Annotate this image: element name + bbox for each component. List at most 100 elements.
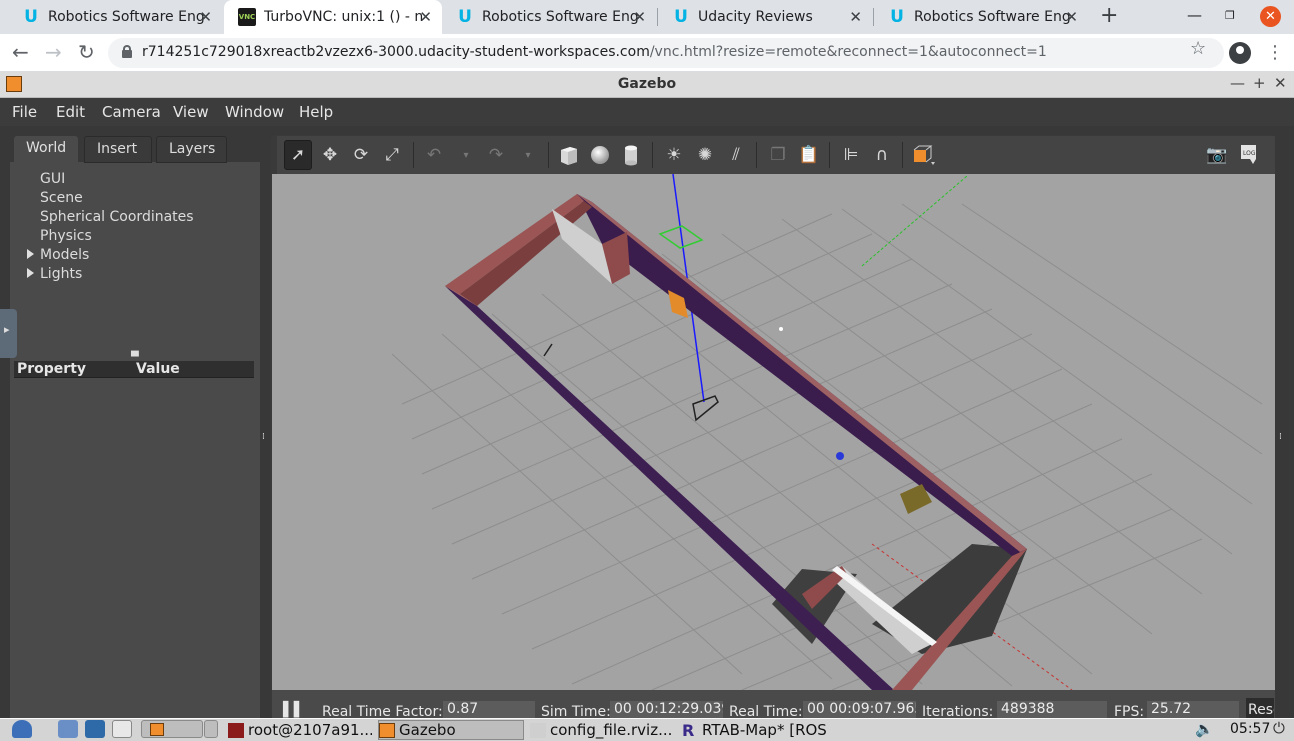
udacity-icon: U [24,7,38,27]
maximize-icon[interactable]: + [1253,74,1266,92]
view-angle-icon[interactable] [910,140,938,170]
splitter-handle-icon[interactable]: ⁞ [1279,432,1282,442]
menu-edit[interactable]: Edit [56,103,85,121]
taskbar-item-gazebo[interactable]: Gazebo [378,720,524,740]
wall-top-edge [577,194,1027,552]
select-mode-icon[interactable]: ➚ [284,140,312,170]
tree-item-spherical-coordinates[interactable]: Spherical Coordinates [40,209,194,225]
undo-icon[interactable]: ↶ [420,140,448,170]
box-shape-icon[interactable] [555,140,583,170]
spot-light-icon[interactable]: ✺ [691,140,719,170]
menu-file[interactable]: File [12,103,37,121]
tab-world[interactable]: World [14,136,79,163]
rotate-mode-icon[interactable]: ⟳ [347,140,375,170]
point-light-icon[interactable]: ☀ [660,140,688,170]
taskbar-item-rviz[interactable]: config_file.rviz... [530,720,676,740]
toolbar-separator [548,142,549,168]
restore-icon[interactable]: ❐ [1225,9,1235,22]
taskbar-item-label: RTAB-Map* [ROS] [702,721,828,739]
taskbar-item-rtabmap[interactable]: R RTAB-Map* [ROS] [682,720,828,740]
browser-tab-5[interactable]: U Robotics Software Eng ✕ [874,0,1088,34]
browser-tab-1[interactable]: U Robotics Software Eng ✕ [8,0,222,34]
align-icon[interactable]: ⊫ [837,140,865,170]
close-icon[interactable]: ✕ [633,8,646,26]
screenshot-camera-icon[interactable]: 📷 [1203,140,1231,170]
property-column-header: Property [17,361,87,377]
translate-mode-icon[interactable]: ✥ [316,140,344,170]
snap-magnet-icon[interactable]: ∩ [868,140,896,170]
desktop-pager[interactable] [141,720,203,738]
tree-item-gui[interactable]: GUI [40,171,65,187]
expand-arrow-icon[interactable] [27,249,34,259]
reload-icon[interactable]: ↻ [78,40,95,64]
forward-arrow-icon[interactable]: → [45,40,62,64]
tree-item-models[interactable]: Models [40,247,89,263]
back-arrow-icon[interactable]: ← [12,40,29,64]
menu-window[interactable]: Window [225,103,284,121]
tree-item-physics[interactable]: Physics [40,228,92,244]
window-title: Gazebo [617,76,677,92]
udacity-icon: U [890,7,904,27]
directional-light-icon[interactable]: ⫽ [722,140,750,170]
file-manager-icon[interactable] [58,720,78,738]
value-column-header: Value [136,361,180,377]
redo-icon[interactable]: ↷ [482,140,510,170]
close-icon[interactable]: ✕ [1274,74,1287,92]
toolbar-separator [413,142,414,168]
taskbar-item-label: root@2107a91... [248,721,372,739]
toolbar-separator [902,142,903,168]
url-text[interactable]: r714251c729018xreactb2vzezx6-3000.udacit… [142,44,1047,60]
tree-item-lights[interactable]: Lights [40,266,82,282]
menu-help[interactable]: Help [299,103,333,121]
scale-mode-icon[interactable]: ⤢ [378,140,406,170]
close-icon[interactable]: ✕ [199,8,212,26]
undo-dropdown-icon[interactable]: ▾ [452,140,480,170]
profile-avatar-icon[interactable] [1229,42,1251,64]
cylinder-shape-icon[interactable] [617,140,645,170]
paste-icon[interactable]: 📋 [795,140,823,170]
copy-icon[interactable]: ❐ [764,140,792,170]
window-close-button[interactable]: ✕ [1260,6,1281,27]
3d-viewport[interactable] [272,174,1275,690]
minimize-icon[interactable]: — [1230,74,1245,92]
browser-tab-4[interactable]: U Udacity Reviews ✕ [658,0,872,34]
udacity-icon: U [458,7,472,27]
address-bar[interactable]: r714251c729018xreactb2vzezx6-3000.udacit… [108,38,1224,68]
browser-tab-3[interactable]: U Robotics Software Eng ✕ [442,0,656,34]
reset-time-button[interactable]: Reset [1246,698,1274,720]
bookmark-star-icon[interactable]: ☆ [1190,38,1206,59]
menu-view[interactable]: View [173,103,209,121]
close-icon[interactable]: ✕ [419,8,432,26]
tree-item-scene[interactable]: Scene [40,190,83,206]
power-icon[interactable]: ⏻ [1273,719,1285,737]
tab-layers[interactable]: Layers [156,136,227,163]
taskbar-item-label: Gazebo [399,721,456,739]
volume-icon[interactable]: 🔈 [1195,720,1214,738]
sphere-shape-icon[interactable] [586,140,614,170]
browser-toolbar: ← → ↻ r714251c729018xreactb2vzezx6-3000.… [0,34,1294,72]
close-icon[interactable]: ✕ [849,8,862,26]
rtabmap-icon: R [682,720,695,740]
url-path: /vnc.html?resize=remote&reconnect=1&auto… [649,44,1047,60]
taskbar-item-terminal[interactable]: root@2107a91... [228,720,372,740]
log-icon[interactable]: LOG [1235,140,1263,170]
menu-camera[interactable]: Camera [102,103,161,121]
tab-title: Udacity Reviews [698,9,813,25]
new-tab-button[interactable]: + [1100,3,1118,28]
splitter-handle-icon[interactable]: ⁞ [262,432,265,442]
toolbar-separator [652,142,653,168]
panel-toggle-handle[interactable] [0,309,17,358]
redo-dropdown-icon[interactable]: ▾ [514,140,542,170]
close-icon[interactable]: ✕ [1065,8,1078,26]
tab-title: Robotics Software Eng [482,9,639,25]
minimize-icon[interactable]: — [1187,6,1202,24]
tab-insert[interactable]: Insert [84,136,152,163]
browser-tab-2[interactable]: VNC TurboVNC: unix:1 () - n ✕ [224,0,442,34]
network-icon[interactable] [85,720,105,738]
desktop-pager[interactable] [204,720,218,738]
pause-icon[interactable]: ▌▌ [283,702,305,718]
start-menu-icon[interactable] [12,720,32,738]
terminal-launcher-icon[interactable] [112,720,132,738]
menu-kebab-icon[interactable]: ⋮ [1266,42,1284,63]
expand-arrow-icon[interactable] [27,268,34,278]
